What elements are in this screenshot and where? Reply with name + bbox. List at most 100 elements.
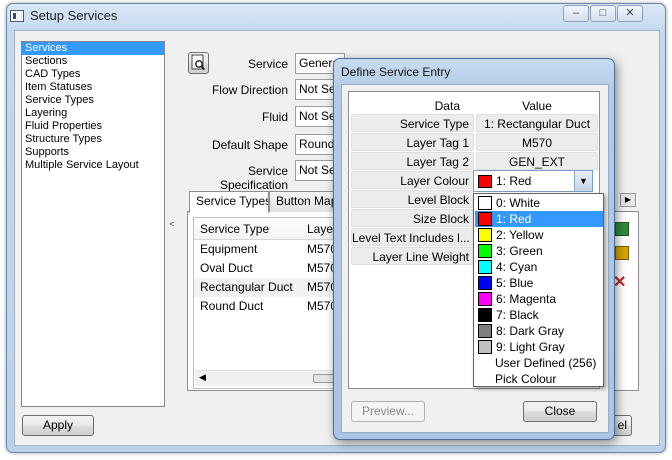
category-item-sections[interactable]: Sections bbox=[22, 55, 164, 68]
property-key: Service Type bbox=[351, 114, 474, 132]
category-item-multiple-service-layout[interactable]: Multiple Service Layout bbox=[22, 159, 164, 172]
colour-option-dark-gray[interactable]: 8: Dark Gray bbox=[475, 323, 603, 339]
category-item-fluid-properties[interactable]: Fluid Properties bbox=[22, 120, 164, 133]
colour-swatch bbox=[478, 340, 492, 354]
category-item-layering[interactable]: Layering bbox=[22, 107, 164, 120]
category-item-item-statuses[interactable]: Item Statuses bbox=[22, 81, 164, 94]
close-window-button[interactable]: ✕ bbox=[617, 5, 643, 22]
colour-option-label: Pick Colour bbox=[495, 372, 557, 386]
green-tool-icon[interactable] bbox=[615, 222, 629, 236]
scroll-left-icon[interactable]: ◀ bbox=[199, 372, 206, 383]
colour-swatch bbox=[478, 292, 492, 306]
tab-button-mapping[interactable]: Button Mapp bbox=[269, 191, 339, 212]
property-header-row: Data Value bbox=[349, 96, 599, 115]
close-button[interactable]: Close bbox=[523, 401, 597, 422]
property-value[interactable]: GEN_EXT bbox=[476, 152, 598, 170]
colour-option-label: 8: Dark Gray bbox=[496, 324, 565, 338]
header-data: Data bbox=[351, 96, 474, 114]
cell-service-type: Equipment bbox=[200, 242, 258, 256]
colour-swatch bbox=[478, 244, 492, 258]
colour-option-label: 0: White bbox=[496, 196, 541, 210]
colour-option-label: 6: Magenta bbox=[496, 292, 557, 306]
flow-direction-label: Flow Direction bbox=[211, 83, 288, 97]
property-value[interactable]: M570 bbox=[476, 133, 598, 151]
dialog-title: Define Service Entry bbox=[341, 65, 451, 79]
colour-swatch bbox=[478, 260, 492, 274]
colour-swatch bbox=[478, 324, 492, 338]
colour-dropdown-list[interactable]: 0: White 1: Red 2: Yellow 3: Green 4: Cy… bbox=[473, 193, 604, 387]
colour-swatch bbox=[478, 308, 492, 322]
service-types-table: Service Type Layer Equipment M570 Oval D… bbox=[193, 217, 343, 389]
tab-service-types[interactable]: Service Types bbox=[189, 191, 269, 213]
colour-option-label: 3: Green bbox=[496, 244, 543, 258]
fluid-label: Fluid bbox=[261, 110, 288, 124]
colour-option-label: 9: Light Gray bbox=[496, 340, 565, 354]
colour-option-magenta[interactable]: 6: Magenta bbox=[475, 291, 603, 307]
table-row[interactable]: Round Duct M570 bbox=[194, 297, 342, 316]
property-value[interactable]: 1: Rectangular Duct bbox=[476, 114, 598, 132]
colour-option-white[interactable]: 0: White bbox=[475, 195, 603, 211]
property-key: Size Block bbox=[351, 209, 474, 227]
table-header: Service Type Layer bbox=[194, 218, 342, 240]
cell-service-type: Round Duct bbox=[200, 299, 264, 313]
colour-option-green[interactable]: 3: Green bbox=[475, 243, 603, 259]
column-header-service-type[interactable]: Service Type bbox=[200, 222, 269, 236]
category-item-cad-types[interactable]: CAD Types bbox=[22, 68, 164, 81]
colour-swatch bbox=[478, 196, 492, 210]
table-row[interactable]: Oval Duct M570 bbox=[194, 259, 342, 278]
category-item-service-types[interactable]: Service Types bbox=[22, 94, 164, 107]
service-specification-label: Service Specification bbox=[219, 164, 288, 192]
property-key: Layer Colour bbox=[351, 171, 474, 189]
colour-option-pick-colour[interactable]: Pick Colour bbox=[475, 371, 603, 387]
default-shape-label: Default Shape bbox=[211, 138, 288, 152]
colour-option-label: 7: Black bbox=[496, 308, 539, 322]
colour-option-light-gray[interactable]: 9: Light Gray bbox=[475, 339, 603, 355]
table-row[interactable]: Rectangular Duct M570 bbox=[194, 278, 342, 297]
colour-option-red[interactable]: 1: Red bbox=[475, 211, 603, 227]
table-row[interactable]: Equipment M570 bbox=[194, 240, 342, 259]
apply-button[interactable]: Apply bbox=[22, 415, 94, 436]
category-item-structure-types[interactable]: Structure Types bbox=[22, 133, 164, 146]
colour-option-cyan[interactable]: 4: Cyan bbox=[475, 259, 603, 275]
colour-option-blue[interactable]: 5: Blue bbox=[475, 275, 603, 291]
minimize-button[interactable]: – bbox=[563, 5, 589, 22]
property-key: Layer Tag 2 bbox=[351, 152, 474, 170]
category-item-services[interactable]: Services bbox=[22, 42, 164, 55]
property-key: Level Block bbox=[351, 190, 474, 208]
delete-icon[interactable]: ✕ bbox=[613, 272, 626, 292]
category-item-supports[interactable]: Supports bbox=[22, 146, 164, 159]
colour-option-yellow[interactable]: 2: Yellow bbox=[475, 227, 603, 243]
edit-tool-icon[interactable] bbox=[615, 246, 629, 260]
preview-button[interactable]: Preview... bbox=[351, 401, 425, 422]
property-row[interactable]: Service Type 1: Rectangular Duct bbox=[349, 114, 599, 133]
cell-service-type: Oval Duct bbox=[200, 261, 253, 275]
property-key: Level Text Includes l... bbox=[351, 228, 474, 246]
colour-swatch bbox=[478, 276, 492, 290]
header-value: Value bbox=[476, 96, 598, 114]
colour-option-label: 1: Red bbox=[496, 212, 532, 226]
window-title: Setup Services bbox=[30, 8, 118, 23]
property-row[interactable]: Layer Tag 2 GEN_EXT bbox=[349, 152, 599, 171]
colour-option-label: User Defined (256) bbox=[495, 356, 597, 370]
colour-swatch bbox=[478, 212, 492, 226]
service-label: Service bbox=[247, 57, 288, 71]
property-key: Layer Tag 1 bbox=[351, 133, 474, 151]
colour-option-black[interactable]: 7: Black bbox=[475, 307, 603, 323]
table-horizontal-scrollbar[interactable]: ◀ bbox=[195, 370, 341, 386]
chevron-down-icon[interactable]: ▼ bbox=[574, 171, 592, 191]
colour-option-user-defined[interactable]: User Defined (256) bbox=[475, 355, 603, 371]
collapse-arrow-icon[interactable]: < bbox=[169, 219, 174, 229]
panel-splitter[interactable]: < bbox=[166, 41, 178, 407]
tab-scroll-right-icon[interactable]: ▶ bbox=[620, 193, 636, 207]
settings-category-list[interactable]: Services Sections CAD Types Item Statuse… bbox=[21, 41, 165, 407]
app-icon bbox=[10, 10, 24, 22]
layer-colour-value: 1: Red bbox=[496, 174, 532, 188]
property-row[interactable]: Layer Tag 1 M570 bbox=[349, 133, 599, 152]
colour-swatch bbox=[478, 228, 492, 242]
cell-service-type: Rectangular Duct bbox=[200, 280, 293, 294]
colour-option-label: 4: Cyan bbox=[496, 260, 538, 274]
colour-option-label: 2: Yellow bbox=[496, 228, 544, 242]
colour-option-label: 5: Blue bbox=[496, 276, 534, 290]
colour-swatch bbox=[478, 175, 492, 188]
maximize-button[interactable]: □ bbox=[590, 5, 616, 22]
